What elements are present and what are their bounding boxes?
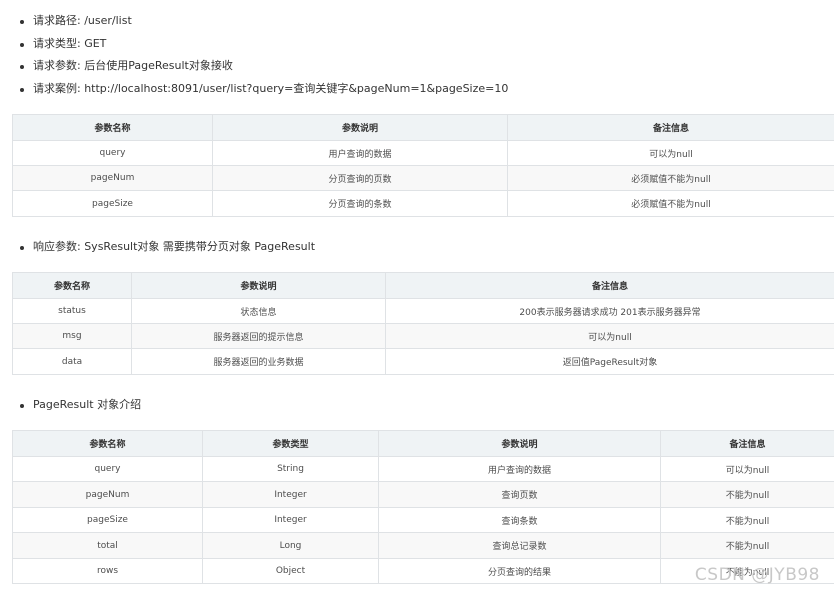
table-cell: Object [202, 558, 379, 584]
response-params-table: 参数名称 参数说明 备注信息 status 状态信息 200表示服务器请求成功 … [12, 272, 834, 375]
table-cell: Long [202, 532, 379, 559]
table-cell: query [12, 140, 213, 166]
table-cell: Integer [202, 481, 379, 508]
table-cell: pageNum [12, 481, 203, 508]
table-cell: 必须赋值不能为null [507, 165, 834, 191]
column-header: 参数说明 [212, 114, 508, 141]
table-row: pageSize Integer 查询条数 不能为null [12, 507, 834, 533]
table-row: pageNum 分页查询的页数 必须赋值不能为null [12, 165, 834, 191]
column-header: 参数说明 [131, 272, 386, 299]
table-row: data 服务器返回的业务数据 返回值PageResult对象 [12, 348, 834, 375]
table-cell: 返回值PageResult对象 [385, 348, 834, 375]
table-row: query String 用户查询的数据 可以为null [12, 456, 834, 482]
table-cell: String [202, 456, 379, 482]
table-row: pageSize 分页查询的条数 必须赋值不能为null [12, 190, 834, 217]
table-cell: total [12, 532, 203, 559]
table-cell: 必须赋值不能为null [507, 190, 834, 217]
pageresult-table: 参数名称 参数类型 参数说明 备注信息 query String 用户查询的数据… [12, 430, 834, 584]
table-cell: msg [12, 323, 132, 349]
csdn-watermark: CSDN @JYB98 [694, 565, 820, 585]
request-info-list: 请求路径: /user/list 请求类型: GET 请求参数: 后台使用Pag… [0, 10, 508, 100]
request-type-item: 请求类型: GET [0, 33, 508, 56]
table-cell: 分页查询的页数 [212, 165, 508, 191]
column-header: 备注信息 [385, 272, 834, 299]
request-example-item: 请求案例: http://localhost:8091/user/list?qu… [0, 78, 508, 101]
column-header: 参数类型 [202, 430, 379, 457]
request-params-item: 请求参数: 后台使用PageResult对象接收 [0, 55, 508, 78]
table-row: pageNum Integer 查询页数 不能为null [12, 481, 834, 508]
table-row: msg 服务器返回的提示信息 可以为null [12, 323, 834, 349]
table-row: status 状态信息 200表示服务器请求成功 201表示服务器异常 [12, 298, 834, 324]
response-params-item: 响应参数: SysResult对象 需要携带分页对象 PageResult [0, 236, 315, 259]
column-header: 备注信息 [507, 114, 834, 141]
table-header-row: 参数名称 参数类型 参数说明 备注信息 [12, 430, 834, 457]
table-cell: 可以为null [660, 456, 834, 482]
table-cell: pageNum [12, 165, 213, 191]
table-cell: 服务器返回的提示信息 [131, 323, 386, 349]
table-cell: query [12, 456, 203, 482]
table-cell: Integer [202, 507, 379, 533]
column-header: 备注信息 [660, 430, 834, 457]
table-cell: 用户查询的数据 [212, 140, 508, 166]
request-path-item: 请求路径: /user/list [0, 10, 508, 33]
table-header-row: 参数名称 参数说明 备注信息 [12, 114, 834, 141]
table-cell: pageSize [12, 190, 213, 217]
table-cell: 不能为null [660, 481, 834, 508]
table-cell: status [12, 298, 132, 324]
table-cell: 200表示服务器请求成功 201表示服务器异常 [385, 298, 834, 324]
table-cell: 查询页数 [378, 481, 661, 508]
table-cell: 可以为null [507, 140, 834, 166]
column-header: 参数名称 [12, 114, 213, 141]
table-cell: data [12, 348, 132, 375]
table-cell: pageSize [12, 507, 203, 533]
table-row: query 用户查询的数据 可以为null [12, 140, 834, 166]
table-cell: 分页查询的条数 [212, 190, 508, 217]
table-cell: 不能为null [660, 507, 834, 533]
request-params-table: 参数名称 参数说明 备注信息 query 用户查询的数据 可以为null pag… [12, 114, 834, 217]
table-cell: 状态信息 [131, 298, 386, 324]
table-cell: 分页查询的结果 [378, 558, 661, 584]
table-cell: 用户查询的数据 [378, 456, 661, 482]
column-header: 参数名称 [12, 272, 132, 299]
pageresult-intro-item: PageResult 对象介绍 [0, 394, 141, 417]
table-cell: 可以为null [385, 323, 834, 349]
table-cell: rows [12, 558, 203, 584]
column-header: 参数说明 [378, 430, 661, 457]
pageresult-info-list: PageResult 对象介绍 [0, 394, 141, 417]
table-cell: 服务器返回的业务数据 [131, 348, 386, 375]
response-info-list: 响应参数: SysResult对象 需要携带分页对象 PageResult [0, 236, 315, 259]
column-header: 参数名称 [12, 430, 203, 457]
table-cell: 查询总记录数 [378, 532, 661, 559]
table-header-row: 参数名称 参数说明 备注信息 [12, 272, 834, 299]
table-cell: 查询条数 [378, 507, 661, 533]
table-row: total Long 查询总记录数 不能为null [12, 532, 834, 559]
table-cell: 不能为null [660, 532, 834, 559]
